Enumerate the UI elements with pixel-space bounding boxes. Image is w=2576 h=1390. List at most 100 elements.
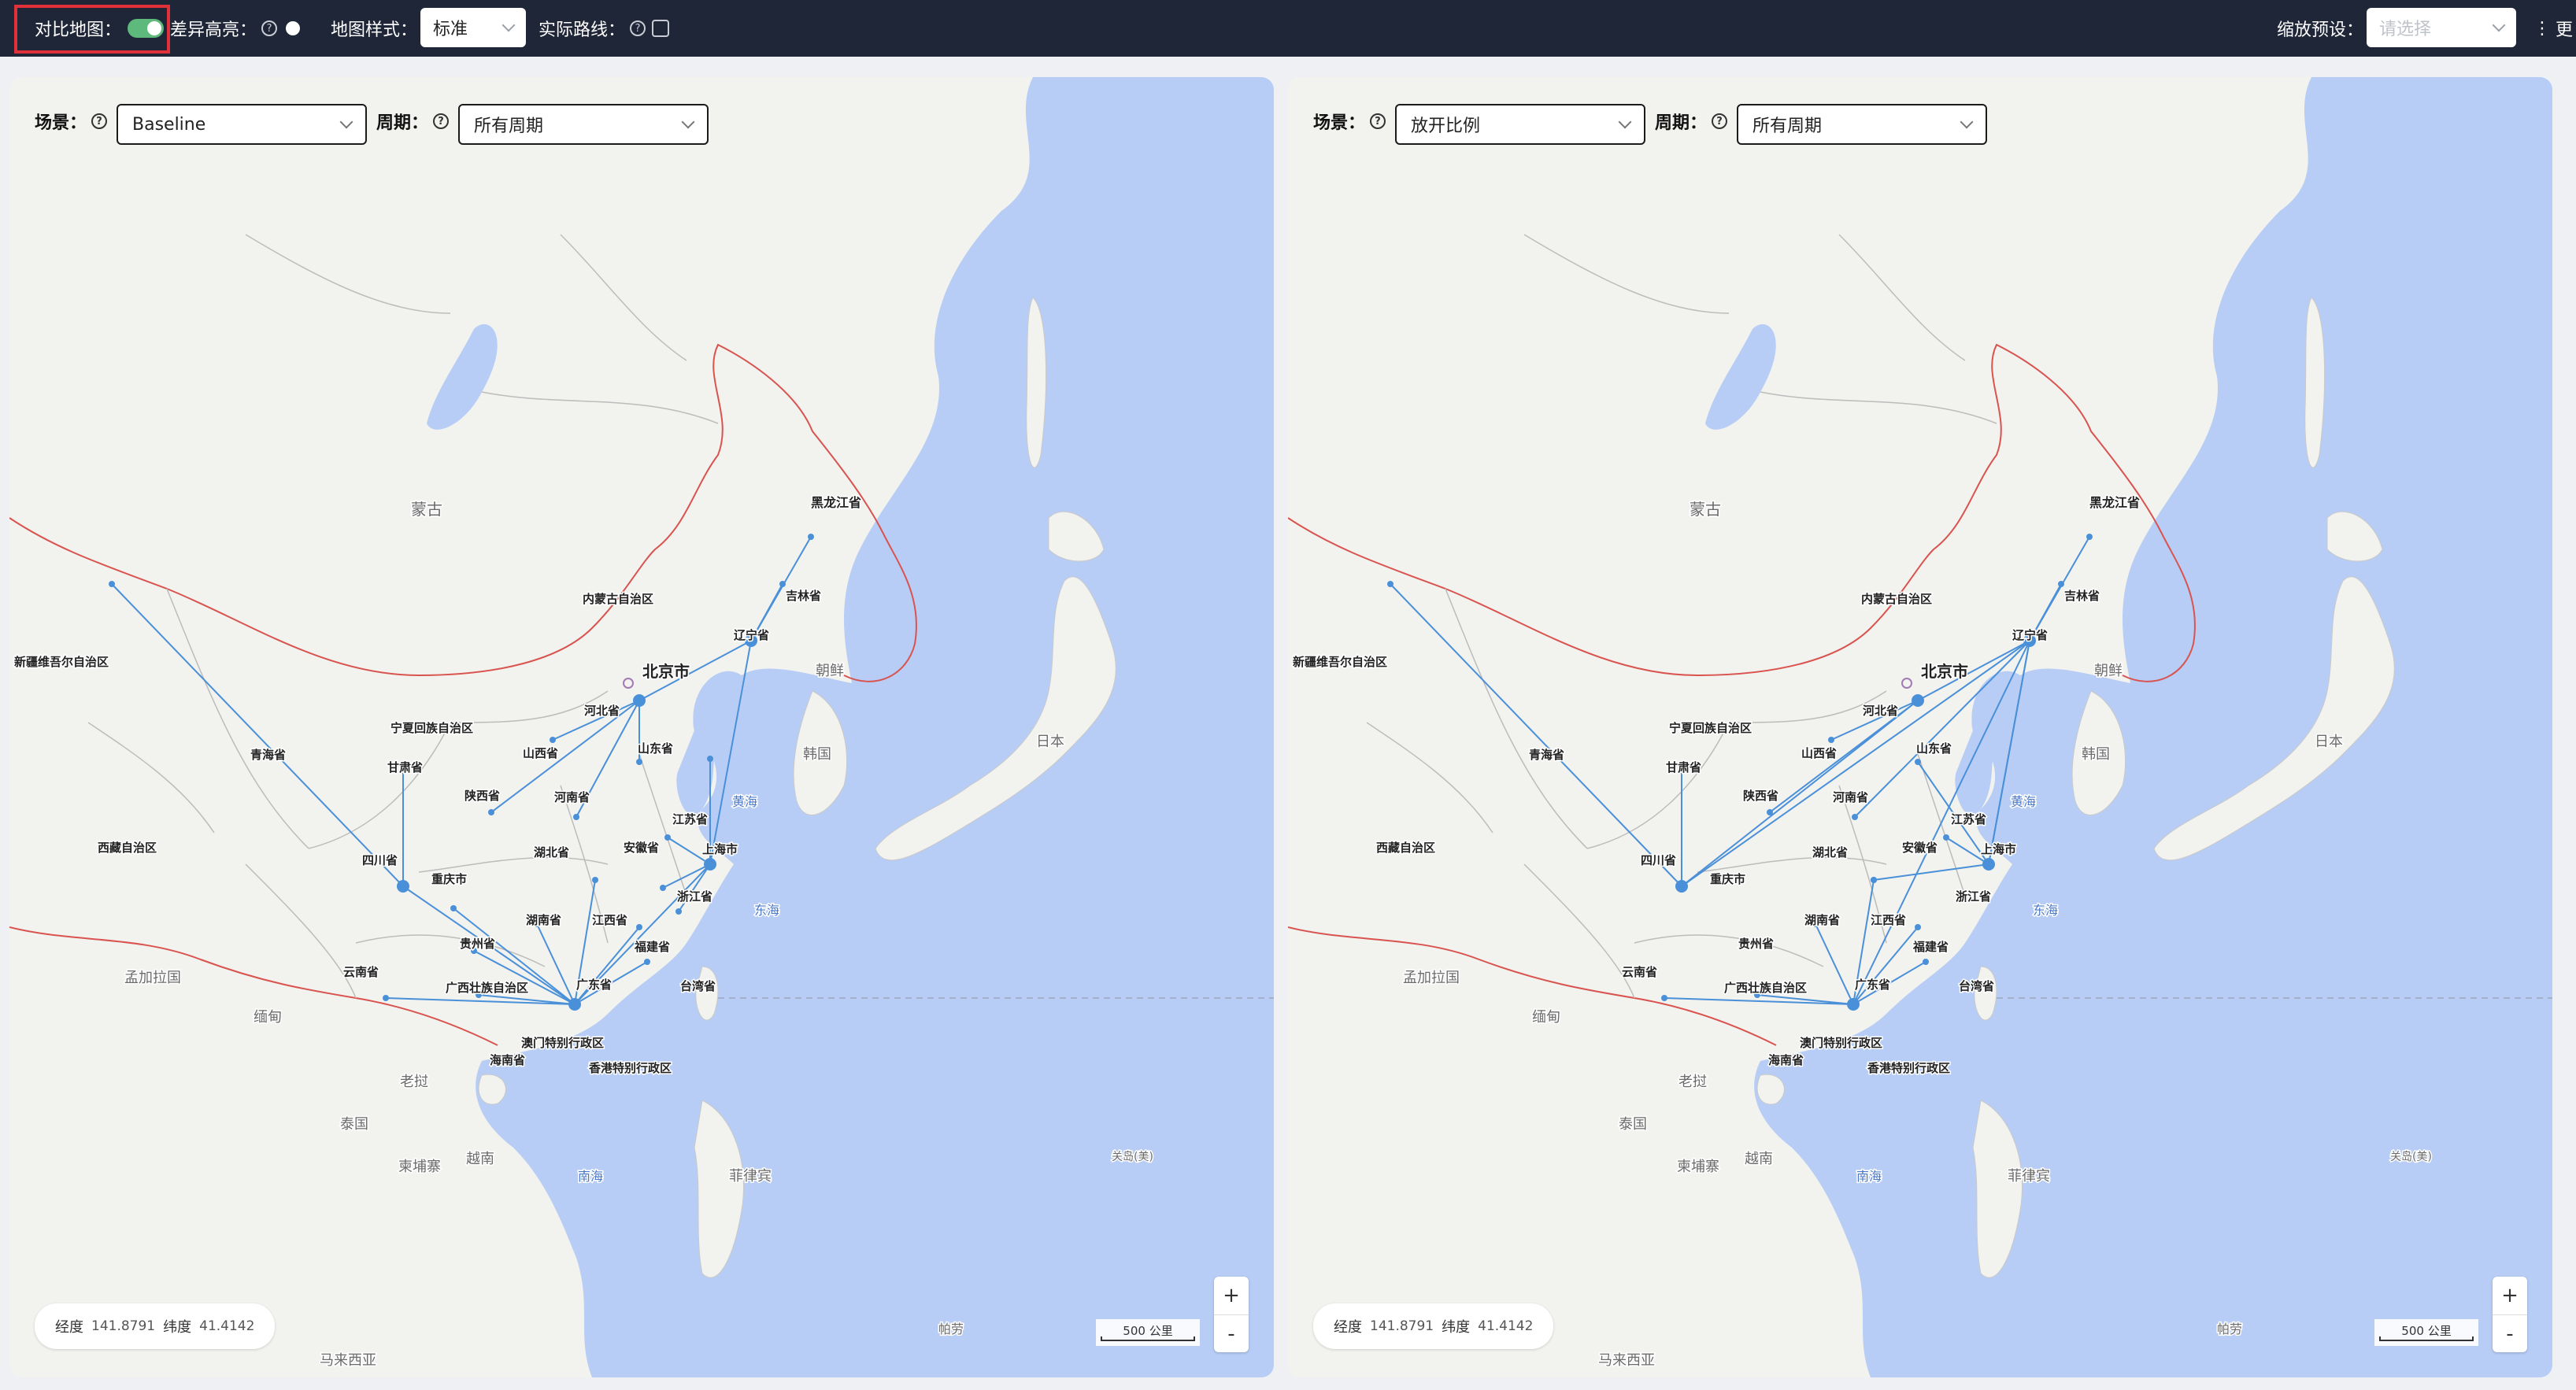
period-select[interactable]: 所有周期 xyxy=(1737,104,1987,145)
map-label-hongkong: 香港特别行政区 xyxy=(1867,1061,1950,1075)
route-node xyxy=(488,809,494,815)
map-label-chongqing: 重庆市 xyxy=(431,872,467,886)
map-label-xinjiang: 新疆维吾尔自治区 xyxy=(1293,655,1387,669)
zoom-preset-select[interactable]: 请选择 xyxy=(2367,8,2516,47)
route-node xyxy=(808,534,814,540)
map-label-anhui: 安徽省 xyxy=(624,841,659,855)
map-label-ningxia: 宁夏回族自治区 xyxy=(390,721,473,735)
route-node xyxy=(707,756,713,762)
chevron-down-icon xyxy=(339,115,353,129)
lng-label: 经度 xyxy=(1334,1319,1362,1336)
more-menu-icon[interactable]: ⋮ xyxy=(2533,0,2551,57)
lng-value: 141.8791 xyxy=(91,1318,156,1334)
baikal-lake xyxy=(427,323,498,430)
province-border xyxy=(1366,722,1493,834)
map-label-heilongjiang: 黑龙江省 xyxy=(2089,495,2140,510)
national-border-south xyxy=(1288,926,1777,1046)
map-label-beijing: 北京市 xyxy=(642,662,690,681)
map-label-vietnam: 越南 xyxy=(1745,1151,1773,1167)
map-label-tibet: 西藏自治区 xyxy=(98,841,157,855)
map-label-qinghai: 青海省 xyxy=(1529,748,1564,762)
more-button[interactable]: 更 xyxy=(2556,0,2573,57)
map-label-philippines: 菲律宾 xyxy=(2008,1168,2050,1185)
lng-value: 141.8791 xyxy=(1370,1318,1434,1334)
period-label: 周期： xyxy=(376,113,429,133)
province-border xyxy=(87,722,215,834)
province-border xyxy=(245,234,451,314)
map-label-fujian: 福建省 xyxy=(634,940,670,954)
help-icon[interactable]: ? xyxy=(91,113,108,129)
hub-node xyxy=(704,858,716,871)
lat-label: 纬度 xyxy=(163,1319,192,1336)
route-node xyxy=(109,581,115,587)
hub-node xyxy=(633,694,646,707)
map-label-hunan: 湖南省 xyxy=(1804,913,1840,927)
map-label-jilin: 吉林省 xyxy=(786,589,821,603)
diff-highlight-label: 差异高亮： xyxy=(170,20,257,40)
map-label-east-sea: 东海 xyxy=(754,903,779,918)
map-style-select[interactable]: 标准 xyxy=(420,8,526,47)
map-canvas[interactable]: 蒙古 黑龙江省吉林省辽宁省 内蒙古自治区新疆维吾尔自治区 北京市河北省山西省 山东省 宁夏… xyxy=(9,77,1274,1377)
baikal-lake xyxy=(1705,323,1776,430)
scenario-select[interactable]: 放开比例 xyxy=(1395,104,1645,145)
map-label-guizhou: 贵州省 xyxy=(1738,937,1774,951)
compare-map-label: 对比地图： xyxy=(35,20,122,40)
province-border xyxy=(1523,234,1730,314)
zoom-controls: + - xyxy=(2493,1277,2527,1352)
hub-node xyxy=(1675,880,1688,893)
map-label-laos: 老挝 xyxy=(400,1074,428,1090)
period-control: 周期： ? xyxy=(1655,109,1728,134)
scenario-label: 场景： xyxy=(1313,113,1366,133)
map-label-shaanxi: 陕西省 xyxy=(464,789,500,803)
help-icon[interactable]: ? xyxy=(433,113,450,129)
scenario-control: 场景： ? xyxy=(35,109,108,134)
route-node xyxy=(1661,995,1667,1001)
map-label-hubei: 湖北省 xyxy=(1812,845,1848,860)
map-label-heilongjiang: 黑龙江省 xyxy=(811,495,861,510)
route-node xyxy=(1915,759,1921,765)
hub-node xyxy=(1912,694,1924,707)
compare-map-toggle[interactable] xyxy=(128,19,165,38)
scale-bar: 500 公里 xyxy=(1096,1319,1200,1346)
map-label-shaanxi: 陕西省 xyxy=(1743,789,1778,803)
help-icon[interactable]: ? xyxy=(630,20,646,36)
lat-value: 41.4142 xyxy=(1478,1318,1534,1334)
province-border xyxy=(560,234,687,361)
diff-highlight-toggle[interactable] xyxy=(283,19,320,38)
map-label-shanghai: 上海市 xyxy=(702,842,738,856)
period-select[interactable]: 所有周期 xyxy=(458,104,709,145)
zoom-out-button[interactable]: - xyxy=(2493,1314,2527,1352)
zoom-out-button[interactable]: - xyxy=(1214,1314,1249,1352)
map-label-south-sea: 南海 xyxy=(578,1169,603,1184)
zoom-in-button[interactable]: + xyxy=(1214,1277,1249,1314)
period-value: 所有周期 xyxy=(474,116,544,136)
map-canvas[interactable]: 蒙古 黑龙江省吉林省辽宁省 内蒙古自治区新疆维吾尔自治区 北京市河北省山西省 山东省 宁夏… xyxy=(1288,77,2552,1377)
route-line xyxy=(1873,863,1989,881)
map-label-japan: 日本 xyxy=(2315,734,2343,750)
province-border xyxy=(1523,863,1635,999)
actual-route-control: 实际路线： ? xyxy=(539,0,670,57)
period-value: 所有周期 xyxy=(1752,116,1823,136)
route-node xyxy=(1828,737,1834,743)
map-label-liaoning: 辽宁省 xyxy=(2012,628,2048,642)
map-label-mongolia: 蒙古 xyxy=(411,500,442,519)
help-icon[interactable]: ? xyxy=(1712,113,1728,129)
map-panel-left: 蒙古 黑龙江省 吉林省 辽宁省 内蒙古自治区 新疆维吾尔自治区 北京市 河北省 山西省 山东省 宁夏… xyxy=(9,77,1274,1377)
route-node xyxy=(636,759,642,765)
actual-route-label: 实际路线： xyxy=(539,20,626,40)
scenario-select[interactable]: Baseline xyxy=(117,104,367,145)
province-border xyxy=(355,934,546,967)
scale-line xyxy=(1101,1336,1195,1341)
help-icon[interactable]: ? xyxy=(1370,113,1386,129)
province-border xyxy=(1760,391,1997,424)
zoom-controls: + - xyxy=(1214,1277,1249,1352)
toggle-knob xyxy=(286,21,301,35)
zoom-in-button[interactable]: + xyxy=(2493,1277,2527,1314)
map-label-guam: 关岛(美) xyxy=(2390,1151,2432,1163)
help-icon[interactable]: ? xyxy=(261,20,278,36)
map-label-guangdong: 广东省 xyxy=(1855,978,1890,992)
map-label-yellow-sea: 黄海 xyxy=(732,794,757,809)
map-label-gansu: 甘肃省 xyxy=(387,760,423,774)
actual-route-checkbox[interactable] xyxy=(652,20,670,37)
map-label-qinghai: 青海省 xyxy=(250,748,286,762)
